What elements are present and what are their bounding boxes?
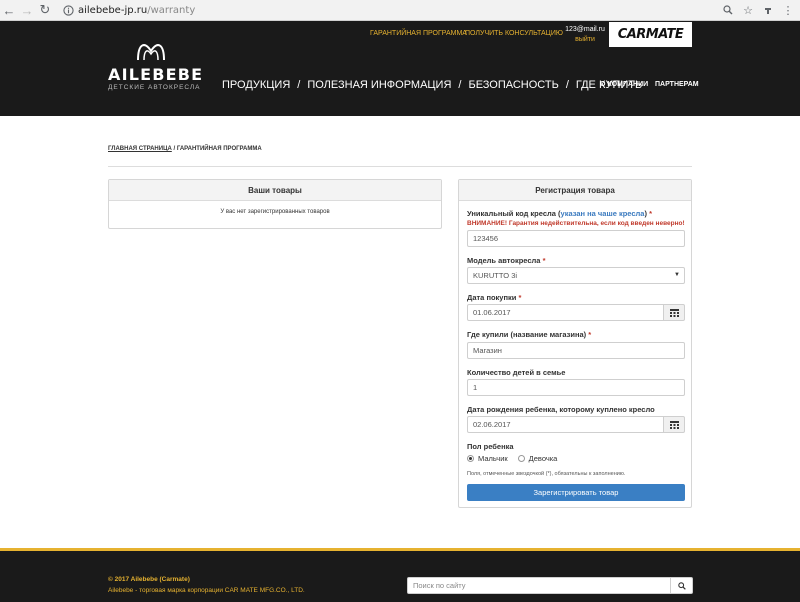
address-bar[interactable]: ailebebe-jp.ru/warranty <box>78 5 195 16</box>
page-info-icon[interactable] <box>62 4 74 16</box>
store-label: Где купили (название магазина) * <box>467 330 592 339</box>
model-label: Модель автокресла * <box>467 256 546 265</box>
nav-safety[interactable]: БЕЗОПАСНОСТЬ <box>468 79 558 91</box>
gender-label: Пол ребенка <box>467 442 514 451</box>
my-products-panel: Ваши товары У вас нет зарегистрированных… <box>108 179 442 229</box>
children-count-label: Количество детей в семье <box>467 368 566 377</box>
divider <box>108 166 692 167</box>
required-note: Поля, отмеченные звездочкой (*), обязате… <box>467 471 626 477</box>
birth-date-input[interactable]: 02.06.2017 <box>467 416 664 433</box>
calendar-icon[interactable] <box>663 416 685 433</box>
nav-separator: / <box>297 79 301 91</box>
site-header: AILEBEBE ДЕТСКИЕ АВТОКРЕСЛА ГАРАНТИЙНАЯ … <box>0 21 800 116</box>
footer-tagline: Ailebebe - торговая марка корпорации CAR… <box>108 587 305 594</box>
radio-girl-label[interactable]: Девочка <box>529 454 558 463</box>
radio-boy-label[interactable]: Мальчик <box>478 454 508 463</box>
nav-separator: / <box>565 79 569 91</box>
empty-products-message: У вас нет зарегистрированных товаров <box>220 209 330 215</box>
logout-link[interactable]: выйти <box>565 36 605 43</box>
consultation-link[interactable]: ПОЛУЧИТЬ КОНСУЛЬТАЦИЮ <box>465 30 563 37</box>
url-host: ailebebe-jp.ru <box>78 4 148 16</box>
seat-code-input[interactable]: 123456 <box>467 230 685 247</box>
search-button[interactable] <box>670 578 692 593</box>
reload-button[interactable]: ↻ <box>36 1 54 19</box>
logo-mark-icon <box>137 44 165 61</box>
logo-subtitle: ДЕТСКИЕ АВТОКРЕСЛА <box>108 84 201 91</box>
purchase-date-input[interactable]: 01.06.2017 <box>467 304 664 321</box>
code-label: Уникальный код кресла (указан на чаше кр… <box>467 209 652 218</box>
site-footer: © 2017 Ailebebe (Carmate) Ailebebe - тор… <box>0 551 800 602</box>
warranty-link[interactable]: ГАРАНТИЙНАЯ ПРОГРАММА <box>370 30 467 37</box>
user-email[interactable]: 123@mail.ru <box>565 26 605 33</box>
code-warning: ВНИМАНИЕ! Гарантия недействительна, если… <box>467 220 685 227</box>
forward-button[interactable]: → <box>18 1 36 19</box>
browser-toolbar: ← → ↻ ailebebe-jp.ru/warranty ☆ ⋮ <box>0 0 800 21</box>
gender-radio-group: Мальчик Девочка <box>467 454 567 463</box>
register-button[interactable]: Зарегистрировать товар <box>467 484 685 501</box>
radio-boy[interactable] <box>467 455 474 462</box>
logo-wordmark: AILEBEBE <box>108 65 204 84</box>
dropdown-arrow-icon: ▼ <box>674 272 680 278</box>
nav-useful-info[interactable]: ПОЛЕЗНАЯ ИНФОРМАЦИЯ <box>307 79 451 91</box>
url-path: /warranty <box>147 4 196 16</box>
breadcrumb-home-link[interactable]: ГЛАВНАЯ СТРАНИЦА <box>108 146 172 152</box>
menu-icon[interactable]: ⋮ <box>780 2 796 18</box>
nav-partners[interactable]: ПАРТНЕРАМ <box>655 81 699 88</box>
breadcrumb: ГЛАВНАЯ СТРАНИЦА / ГАРАНТИЙНАЯ ПРОГРАММА <box>108 146 262 152</box>
back-button[interactable]: ← <box>0 1 18 19</box>
nav-separator: / <box>458 79 462 91</box>
my-products-title: Ваши товары <box>109 180 441 201</box>
registration-title: Регистрация товара <box>459 180 691 201</box>
site-logo[interactable]: AILEBEBE ДЕТСКИЕ АВТОКРЕСЛА <box>108 39 204 99</box>
main-navigation: ПРОДУКЦИЯ / ПОЛЕЗНАЯ ИНФОРМАЦИЯ / БЕЗОПА… <box>222 79 642 91</box>
search-icon <box>677 581 686 590</box>
carmate-logo[interactable]: CARMATE <box>609 22 692 47</box>
children-count-input[interactable]: 1 <box>467 379 685 396</box>
birth-date-label: Дата рождения ребенка, которому куплено … <box>467 405 655 414</box>
user-box: 123@mail.ru выйти <box>565 26 605 43</box>
calendar-icon[interactable] <box>663 304 685 321</box>
code-hint-link[interactable]: указан на чаше кресла <box>561 209 645 218</box>
model-select[interactable]: KURUTTO 3i ▼ <box>467 267 685 284</box>
zoom-icon[interactable] <box>720 2 736 18</box>
radio-girl[interactable] <box>517 455 525 462</box>
store-input[interactable]: Магазин <box>467 342 685 359</box>
purchase-date-label: Дата покупки * <box>467 293 522 302</box>
search-input[interactable]: Поиск по сайту <box>413 581 466 590</box>
site-search: Поиск по сайту <box>407 577 693 594</box>
extension-icon[interactable] <box>760 2 776 18</box>
registration-panel: Регистрация товара Уникальный код кресла… <box>458 179 692 508</box>
breadcrumb-current: ГАРАНТИЙНАЯ ПРОГРАММА <box>176 146 262 152</box>
copyright: © 2017 Ailebebe (Carmate) <box>108 576 190 583</box>
bookmark-star-icon[interactable]: ☆ <box>740 2 756 18</box>
nav-products[interactable]: ПРОДУКЦИЯ <box>222 79 290 91</box>
nav-about[interactable]: О КОМПАНИИ <box>600 81 648 88</box>
